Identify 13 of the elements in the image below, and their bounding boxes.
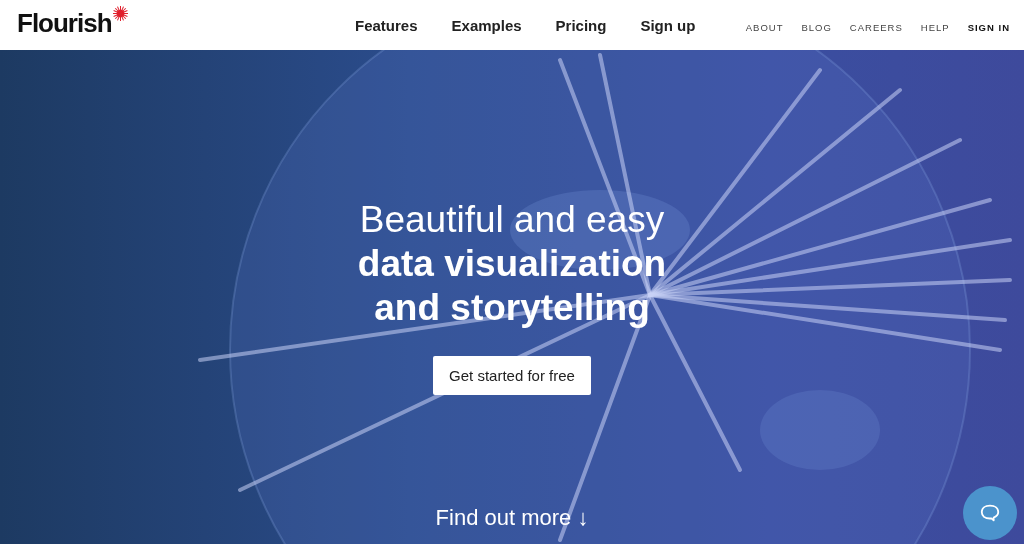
nav-link[interactable]: BLOG bbox=[801, 21, 832, 33]
nav-link[interactable]: CAREERS bbox=[849, 21, 903, 33]
nav-link[interactable]: Sign up bbox=[640, 16, 696, 34]
nav-link[interactable]: ABOUT bbox=[745, 21, 784, 33]
hero-headline: Beautiful and easy data visualization and storytelling bbox=[357, 198, 667, 330]
nav-link[interactable]: SIGN IN bbox=[967, 21, 1010, 33]
nav-link[interactable]: HELP bbox=[920, 21, 950, 33]
nav-link[interactable]: Features bbox=[355, 16, 418, 34]
get-started-button[interactable]: Get started for free bbox=[433, 356, 591, 395]
nav-link[interactable]: Examples bbox=[451, 16, 522, 34]
nav-link[interactable]: Pricing bbox=[555, 16, 607, 34]
flourish-logo[interactable]: Flourish bbox=[17, 7, 337, 39]
find-out-more-link[interactable]: Find out more ↓ bbox=[435, 505, 589, 531]
